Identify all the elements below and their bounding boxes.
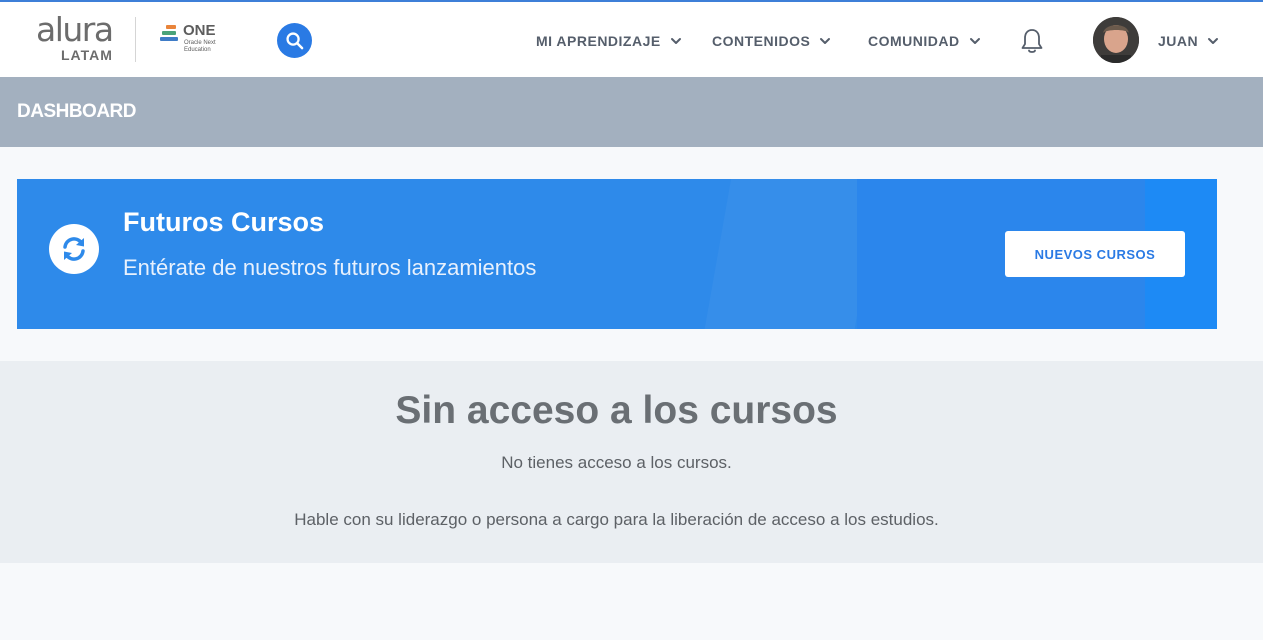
no-access-title: Sin acceso a los cursos [395,389,838,432]
avatar[interactable] [1093,17,1139,63]
banner-subtitle: Entérate de nuestros futuros lanzamiento… [123,255,537,280]
chevron-down-icon [670,38,681,44]
nav-mi-aprendizaje[interactable]: MI APRENDIZAJE [536,31,683,51]
chevron-down-icon [1208,38,1219,44]
nav-comunidad[interactable]: COMUNIDAD [868,31,982,51]
nav-label: CONTENIDOS [712,33,811,49]
bell-icon[interactable] [1019,27,1045,55]
nav-contenidos[interactable]: CONTENIDOS [712,31,832,51]
no-access-section: Sin acceso a los cursos No tienes acceso… [0,361,1263,563]
nav-label: MI APRENDIZAJE [536,33,661,49]
logo-divider [135,17,136,62]
alura-latam-logo[interactable]: alura LATAM [36,10,120,66]
no-access-hint: Hable con su liderazgo o persona a cargo… [294,510,939,529]
banner-title: Futuros Cursos [123,207,325,237]
page-title: DASHBOARD [17,101,137,122]
chevron-down-icon [969,38,980,44]
one-bars-icon [160,25,178,45]
refresh-icon-badge [49,224,99,274]
no-access-message: No tienes acceso a los cursos. [501,453,732,472]
search-button[interactable] [277,23,312,58]
one-name: ONE [183,22,216,39]
chevron-down-icon [820,38,831,44]
user-photo-icon [1093,17,1139,63]
logo-sub: LATAM [61,47,113,63]
top-header: alura LATAM ONE Oracle Next Education MI… [0,2,1263,77]
nav-label: COMUNIDAD [868,33,960,49]
search-icon [286,32,304,50]
future-courses-banner: Futuros Cursos Entérate de nuestros futu… [17,179,1217,329]
new-courses-button[interactable]: NUEVOS CURSOS [1005,231,1185,277]
logo-word: alura [36,10,114,49]
dashboard-bar: DASHBOARD [0,77,1263,147]
one-sub: Oracle Next Education [184,40,216,53]
user-name: JUAN [1158,33,1199,49]
user-menu[interactable]: JUAN [1158,31,1220,51]
refresh-icon [63,237,85,261]
one-logo: ONE Oracle Next Education [160,22,230,60]
